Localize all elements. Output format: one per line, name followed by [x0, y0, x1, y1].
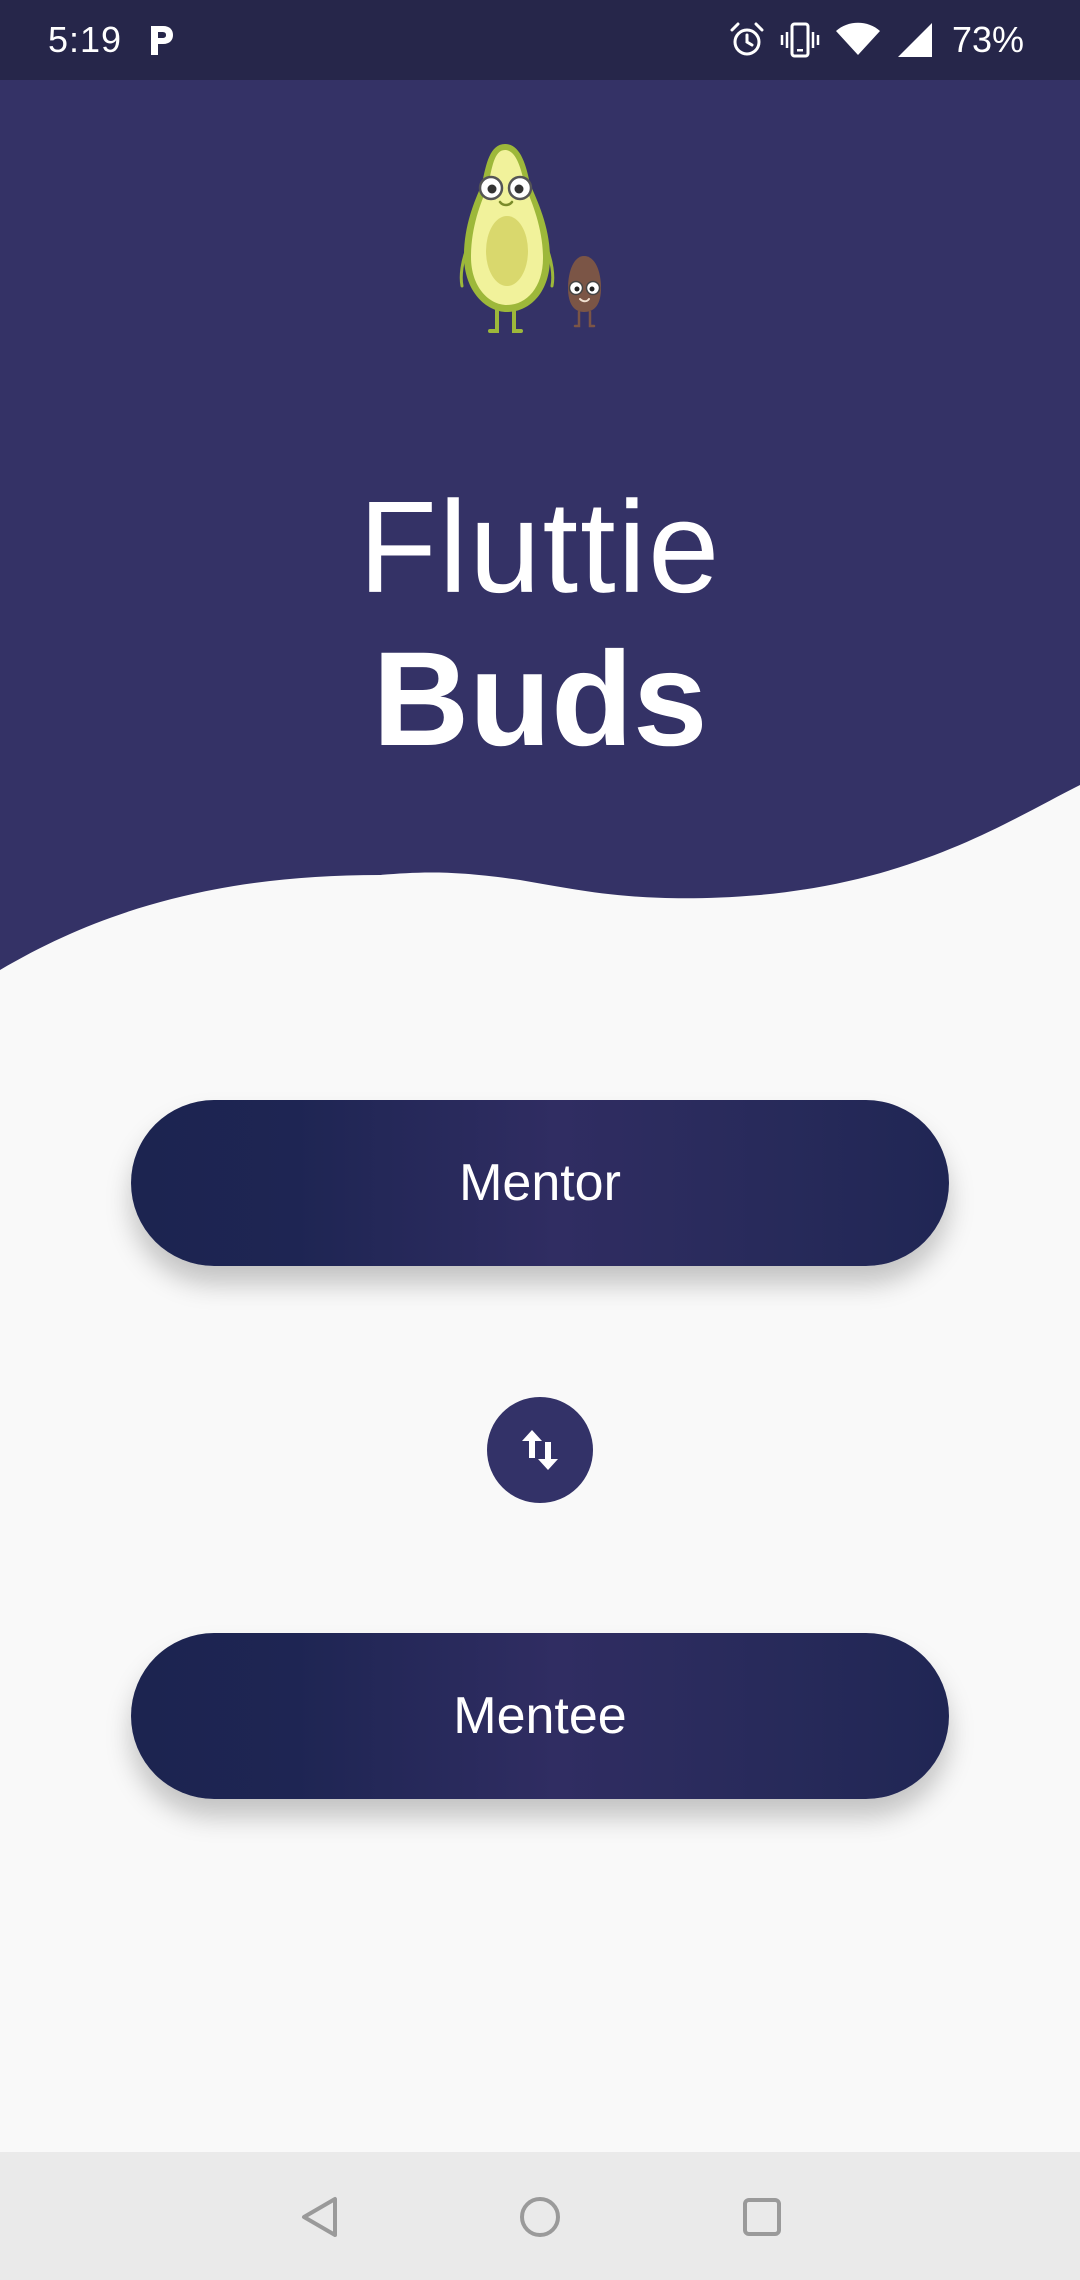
nav-recents-button[interactable] [727, 2182, 797, 2252]
back-icon [302, 2197, 337, 2237]
status-icons: 73% [728, 18, 1024, 62]
mentor-button[interactable]: Mentor [131, 1100, 949, 1266]
swap-roles-button[interactable] [487, 1397, 593, 1503]
nav-home-button[interactable] [505, 2182, 575, 2252]
app-title-bold: Buds [372, 625, 708, 774]
mentee-button[interactable]: Mentee [131, 1633, 949, 1799]
vibrate-icon [780, 22, 820, 58]
home-icon [520, 2197, 560, 2237]
parking-icon [151, 26, 173, 55]
app-title-light-text: Fluttie [358, 474, 722, 621]
navigation-bar [0, 2152, 1080, 2280]
app-screen: 5:19 73% Fluttie Buds Mentor Mentee [0, 0, 1080, 2280]
alarm-icon [730, 22, 764, 56]
recents-icon [743, 2198, 781, 2236]
swap-vertical-icon [522, 1430, 558, 1470]
status-time: 5:19 [48, 19, 123, 60]
app-title-light: Fluttie [0, 474, 1080, 621]
avocado-mascot-logo [459, 144, 601, 333]
signal-icon [897, 23, 932, 57]
wifi-icon [835, 22, 880, 55]
status-bar: 5:19 73% [0, 0, 1080, 80]
mentor-button-label: Mentor [459, 1154, 621, 1212]
battery-percentage: 73% [951, 19, 1024, 60]
nav-back-button[interactable] [285, 2182, 355, 2252]
mentee-button-label: Mentee [453, 1687, 627, 1745]
